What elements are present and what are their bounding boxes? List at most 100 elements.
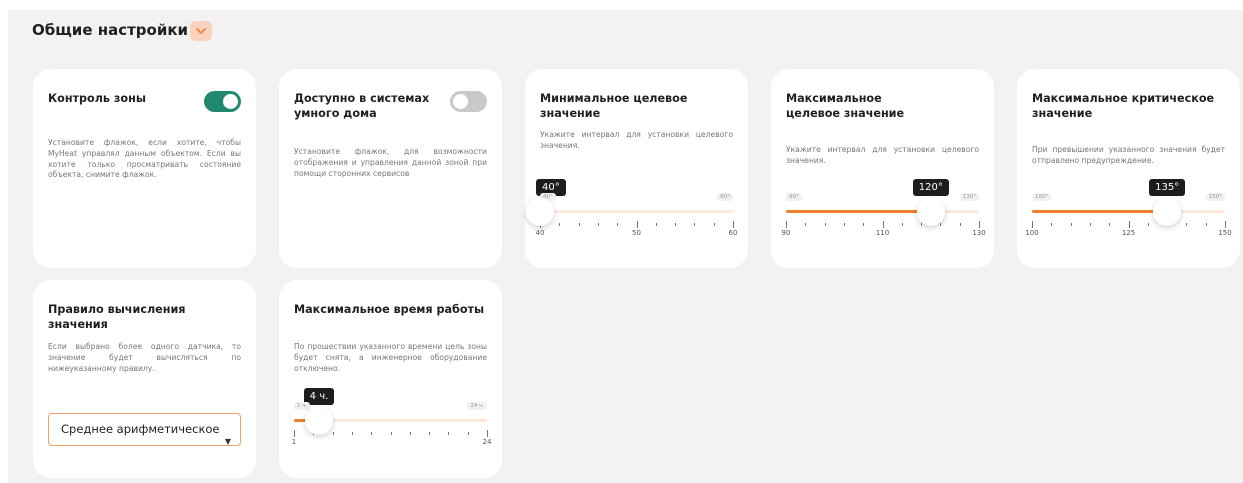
card-min-target: Минимальное целевое значение Укажите инт… [525, 69, 748, 268]
slider-min-label: 90° [786, 193, 802, 201]
slider-tick [371, 432, 373, 435]
slider-max-label: 150° [1205, 193, 1225, 201]
slider-max-label: 24 ч. [467, 402, 487, 410]
slider-tick [959, 223, 961, 226]
card-title: Контроль зоны [48, 92, 146, 105]
slider-tick [940, 223, 942, 226]
slider-max-label: 130° [959, 193, 979, 201]
slider-tick [1089, 223, 1091, 226]
toggle-knob [453, 94, 468, 109]
max-time-slider[interactable]: 4 ч. 1 ч. 24 ч. 1 24 [291, 388, 491, 448]
card-description: Укажите интервал для установки целевого … [540, 130, 733, 150]
slider-tick-label: 130 [972, 229, 986, 237]
slider-min-label: 1 ч. [294, 402, 311, 410]
slider-tick-label: 40 [535, 229, 545, 237]
slider-value-bubble: 135° [1149, 179, 1186, 196]
caret-down-icon: ▼ [224, 437, 231, 446]
card-title: Максимальное критическое значение [1032, 92, 1215, 120]
slider-fill [1032, 210, 1168, 213]
min-target-slider[interactable]: 40° 40° 60° 40 50 60 [526, 179, 737, 239]
slider-tick [824, 223, 826, 226]
slider-value-bubble: 120° [912, 179, 949, 196]
card-smart-home: Доступно в системах умного дома Установи… [279, 69, 502, 268]
zone-control-toggle[interactable] [204, 91, 241, 112]
slider-tick [636, 221, 638, 228]
slider-tick [294, 430, 295, 437]
slider-max-label: 60° [717, 193, 733, 201]
slider-track[interactable] [1032, 210, 1225, 213]
card-max-target: Максимальное целевое значение Укажите ин… [771, 69, 994, 268]
card-title: Правило вычисления значения [48, 303, 186, 331]
slider-tick [1109, 223, 1111, 226]
slider-tick [1225, 221, 1226, 228]
slider-tick [390, 432, 392, 435]
card-description: Установите флажок, если хотите, чтобы My… [48, 138, 241, 180]
slider-tick [694, 223, 696, 226]
card-title: Максимальное время работы [294, 303, 485, 316]
slider-tick-label: 24 [482, 438, 492, 446]
chevron-down-icon [196, 28, 206, 34]
slider-tick [1205, 223, 1207, 226]
slider-tick-label: 125 [1121, 229, 1136, 237]
slider-tick [559, 223, 561, 226]
select-value: Среднее арифметическое [61, 422, 220, 436]
slider-tick [1051, 223, 1053, 226]
slider-tick [1186, 223, 1188, 226]
slider-track[interactable] [540, 210, 733, 213]
slider-tick [448, 432, 450, 435]
slider-thumb[interactable] [526, 198, 554, 226]
slider-tick [578, 223, 580, 226]
card-title: Минимальное целевое значение [540, 92, 688, 120]
slider-tick [882, 221, 884, 228]
max-critical-slider[interactable]: 135° 100° 150° 100 125 150 [1025, 179, 1232, 239]
slider-tick [675, 223, 677, 226]
slider-track[interactable] [786, 210, 979, 213]
slider-tick [617, 223, 619, 226]
toggle-knob [223, 94, 238, 109]
slider-tick-label: 150 [1218, 229, 1232, 237]
slider-tick-label: 110 [875, 229, 890, 237]
slider-thumb[interactable] [916, 198, 945, 226]
slider-tick [1147, 223, 1149, 226]
slider-tick [487, 430, 488, 437]
slider-tick-label: 1 [291, 438, 297, 446]
card-description: При превышении указанного значения будет… [1032, 145, 1225, 165]
card-title: Максимальное целевое значение [786, 92, 905, 120]
slider-tick [1070, 223, 1072, 226]
card-description: По прошествии указанного времени цель зо… [294, 342, 487, 373]
slider-tick [467, 432, 469, 435]
slider-tick [713, 223, 715, 226]
collapse-button[interactable] [190, 21, 212, 41]
section-title: Общие настройки [32, 21, 189, 39]
slider-tick-label: 90 [781, 229, 791, 237]
slider-tick [332, 432, 334, 435]
slider-thumb[interactable] [1153, 198, 1182, 226]
slider-thumb[interactable] [305, 407, 334, 435]
card-max-time: Максимальное время работы По прошествии … [279, 280, 502, 478]
slider-tick [1128, 221, 1130, 228]
card-title: Доступно в системах умного дома [294, 92, 430, 120]
slider-tick [1032, 221, 1033, 228]
slider-tick [409, 432, 411, 435]
slider-min-label: 100° [1032, 193, 1052, 201]
slider-tick-label: 60 [728, 229, 738, 237]
slider-tick [863, 223, 865, 226]
slider-tick [429, 432, 431, 435]
slider-tick-label: 100 [1025, 229, 1039, 237]
card-zone-control: Контроль зоны Установите флажок, если хо… [33, 69, 256, 268]
calc-rule-select[interactable]: Среднее арифметическое ▼ [48, 413, 241, 446]
slider-fill [786, 210, 931, 213]
slider-tick [805, 223, 807, 226]
slider-tick [655, 223, 657, 226]
slider-tick [733, 221, 734, 228]
max-target-slider[interactable]: 120° 90° 130° 90 110 130 [782, 179, 986, 239]
card-description: Установите флажок, для возможности отобр… [294, 147, 487, 178]
card-description: Укажите интервал для установки целевого … [786, 145, 979, 165]
smart-home-toggle[interactable] [450, 91, 487, 112]
card-calc-rule: Правило вычисления значения Если выбрано… [33, 280, 256, 478]
slider-tick [901, 223, 903, 226]
card-description: Если выбрано более одного датчика, то зн… [48, 342, 241, 373]
slider-tick [597, 223, 599, 226]
card-max-critical: Максимальное критическое значение При пр… [1017, 69, 1240, 268]
general-settings-panel: Общие настройки Контроль зоны Установите… [8, 10, 1243, 483]
